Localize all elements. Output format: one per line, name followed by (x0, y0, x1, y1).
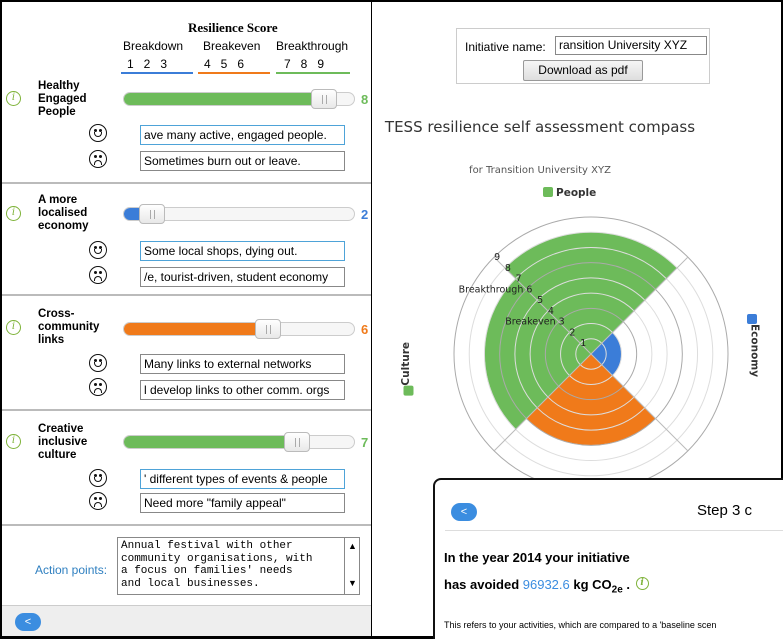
avoided-unit: kg CO (569, 577, 612, 592)
textarea-scrollbar[interactable]: ▲ ▼ (345, 537, 360, 595)
negative-input[interactable]: /e, tourist-driven, student economy (140, 267, 345, 287)
compass-axis-label: Breakeven 3 (505, 317, 564, 328)
slider-thumb[interactable] (284, 432, 310, 452)
negative-input[interactable]: l develop links to other comm. orgs (140, 380, 345, 400)
action-points-textarea[interactable]: Annual festival with other community org… (117, 537, 345, 595)
score-slider[interactable] (123, 322, 355, 336)
info-icon[interactable]: i (6, 91, 21, 106)
avoided-prefix: has avoided (444, 577, 523, 592)
happy-face-icon (89, 124, 107, 142)
step-dialog: < Step 3 c In the year 2014 your initiat… (433, 478, 783, 639)
zone-breakdown-line (121, 72, 193, 74)
score-slider[interactable] (123, 435, 355, 449)
sad-face-icon (89, 150, 107, 168)
back-button[interactable]: < (15, 613, 41, 631)
compass-axis-label: 2 (569, 327, 575, 338)
positive-input[interactable]: Many links to external networks (140, 354, 345, 374)
happy-face-icon (89, 241, 107, 259)
avoided-value: 96932.6 (522, 577, 570, 592)
zone-breakthrough-line (276, 72, 350, 74)
avoided-unit-sub: 2e (611, 584, 623, 596)
happy-face-icon (89, 469, 107, 487)
sad-face-icon (89, 492, 107, 510)
negative-input[interactable]: Sometimes burn out or leave. (140, 151, 345, 171)
positive-input[interactable]: ' different types of events & people (140, 469, 345, 489)
zone-breakdown-numbers: 1 2 3 (127, 57, 168, 71)
score-value: 2 (361, 207, 369, 222)
scroll-up-icon[interactable]: ▲ (348, 541, 357, 551)
slider-thumb[interactable] (139, 204, 165, 224)
dialog-back-button[interactable]: < (451, 503, 477, 521)
positive-input[interactable]: Some local shops, dying out. (140, 241, 345, 261)
scroll-down-icon[interactable]: ▼ (348, 578, 357, 588)
compass-axis-label: 1 (580, 338, 586, 349)
compass-axis-label: 9 (494, 252, 500, 263)
assessment-panel: Resilience Score Breakdown Breakeven Bre… (2, 2, 371, 636)
positive-input[interactable]: ave many active, engaged people. (140, 125, 345, 145)
action-points-label: Action points: (35, 563, 108, 577)
score-value: 6 (361, 322, 369, 337)
compass-axis-label: 7 (516, 274, 522, 285)
happy-face-icon (89, 354, 107, 372)
negative-input[interactable]: Need more "family appeal" (140, 493, 345, 513)
zone-breakeven-line (198, 72, 270, 74)
criterion-label: Healthy Engaged People (38, 80, 87, 118)
zone-breakdown-label: Breakdown (123, 39, 184, 53)
compass-axis-label: 4 (548, 306, 554, 317)
sad-face-icon (89, 266, 107, 284)
footer-bar: < (2, 605, 371, 636)
zone-breakthrough-label: Breakthrough (276, 39, 349, 53)
info-icon[interactable]: i (6, 434, 21, 449)
compass-axis-label: 5 (537, 295, 543, 306)
divider (2, 182, 371, 184)
slider-fill (124, 93, 322, 105)
compass-axis-label: 8 (505, 263, 511, 274)
zone-breakeven-numbers: 4 5 6 (204, 57, 245, 71)
slider-fill (124, 436, 297, 448)
zone-breakthrough-numbers: 7 8 9 (284, 57, 325, 71)
score-value: 7 (361, 435, 369, 450)
info-icon[interactable]: i (6, 206, 21, 221)
sad-face-icon (89, 378, 107, 396)
slider-thumb[interactable] (311, 89, 337, 109)
criterion-label: A more localised economy (38, 194, 89, 232)
divider (2, 294, 371, 296)
avoided-amount-text: has avoided 96932.6 kg CO2e . i (444, 577, 649, 596)
divider (445, 530, 783, 531)
compass-axis-label: Breakthrough 6 (459, 284, 533, 295)
slider-fill (124, 208, 141, 220)
info-icon[interactable]: i (635, 577, 649, 590)
slider-thumb[interactable] (255, 319, 281, 339)
baseline-note: This refers to your activities, which ar… (444, 620, 717, 630)
avoided-intro-text: In the year 2014 your initiative (444, 550, 630, 565)
criterion-label: Cross-community links (38, 308, 100, 346)
divider (2, 409, 371, 411)
divider (2, 524, 371, 526)
score-value: 8 (361, 92, 369, 107)
slider-fill (124, 323, 267, 335)
score-title: Resilience Score (188, 20, 278, 35)
avoided-suffix: . (622, 577, 631, 592)
zone-breakeven-label: Breakeven (203, 39, 261, 53)
step-title: Step 3 c (697, 502, 753, 519)
info-icon[interactable]: i (6, 320, 21, 335)
criterion-label: Creative inclusive culture (38, 423, 88, 461)
